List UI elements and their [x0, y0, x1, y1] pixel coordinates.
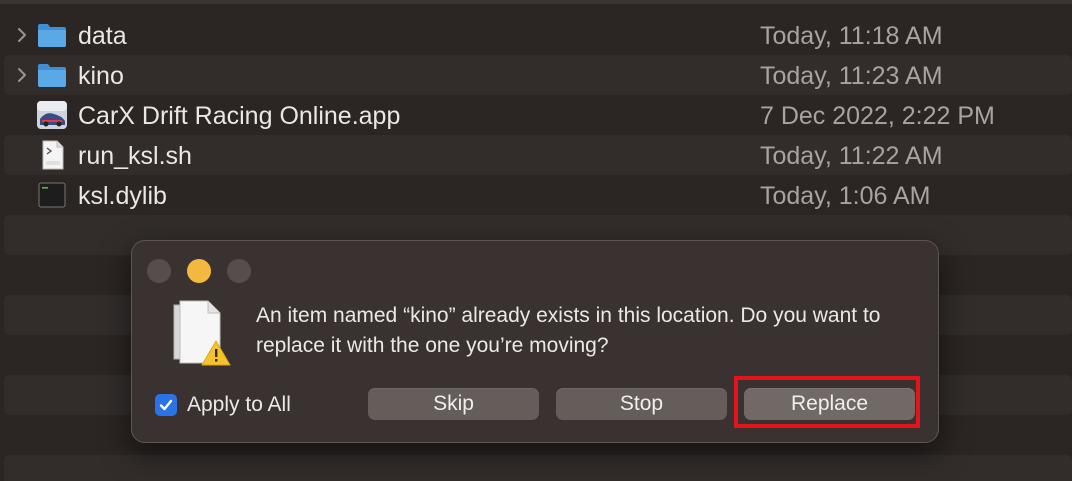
checkbox-checked-icon[interactable]	[155, 394, 177, 416]
replace-item-dialog: An item named “kino” already exists in t…	[131, 240, 939, 443]
chevron-right-icon[interactable]	[16, 27, 28, 43]
file-row-carx-app[interactable]: CarX Drift Racing Online.app 7 Dec 2022,…	[4, 95, 1072, 135]
stop-button[interactable]: Stop	[556, 388, 727, 420]
dialog-message: An item named “kino” already exists in t…	[256, 304, 881, 357]
apply-to-all-label[interactable]: Apply to All	[187, 393, 291, 417]
apply-to-all-checkbox[interactable]: Apply to All	[155, 392, 291, 418]
chevron-right-icon[interactable]	[16, 67, 28, 83]
folder-icon	[38, 24, 66, 47]
file-name: kino	[78, 62, 124, 90]
file-date: Today, 11:22 AM	[760, 142, 943, 170]
document-warning-icon	[173, 300, 231, 366]
file-name: ksl.dylib	[78, 182, 167, 210]
file-date: 7 Dec 2022, 2:22 PM	[760, 102, 995, 130]
file-name: run_ksl.sh	[78, 142, 192, 170]
file-name: CarX Drift Racing Online.app	[78, 102, 401, 130]
replace-button[interactable]: Replace	[744, 388, 915, 420]
file-date: Today, 1:06 AM	[760, 182, 931, 210]
file-row-kino[interactable]: kino Today, 11:23 AM	[4, 55, 1072, 95]
file-row-run-ksl[interactable]: run_ksl.sh Today, 11:22 AM	[4, 135, 1072, 175]
terminal-exec-icon	[38, 182, 66, 208]
finder-window: data Today, 11:18 AM kino Today, 11:23 A…	[0, 0, 1072, 481]
file-date: Today, 11:23 AM	[760, 62, 943, 90]
file-name: data	[78, 22, 127, 50]
skip-button[interactable]: Skip	[368, 388, 539, 420]
folder-icon	[38, 64, 66, 87]
file-date: Today, 11:18 AM	[760, 22, 943, 50]
zoom-window-button[interactable]	[227, 259, 251, 283]
minimize-window-button[interactable]	[187, 259, 211, 283]
app-icon	[37, 101, 67, 129]
empty-row	[4, 455, 1072, 481]
file-row-data[interactable]: data Today, 11:18 AM	[4, 15, 1072, 55]
shell-script-icon	[42, 140, 64, 170]
close-window-button[interactable]	[147, 259, 171, 283]
file-row-ksl-dylib[interactable]: ksl.dylib Today, 1:06 AM	[4, 175, 1072, 215]
window-top-border	[0, 0, 1072, 4]
